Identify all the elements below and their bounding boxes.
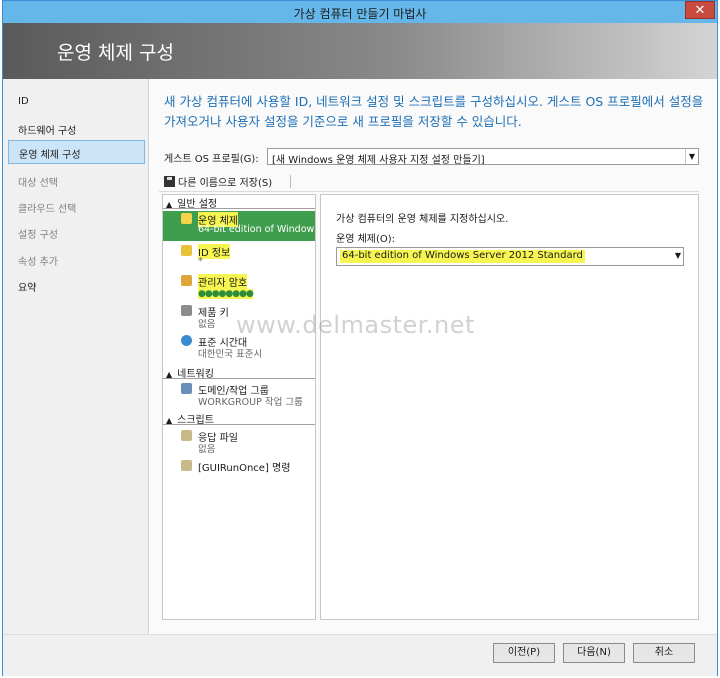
file-icon bbox=[181, 460, 192, 471]
chevron-down-icon[interactable]: ▼ bbox=[685, 149, 698, 164]
password-mask: ●●●●●●●● bbox=[198, 289, 254, 299]
profile-value: [새 Windows 운영 체제 사용자 지정 설정 만들기] bbox=[272, 155, 485, 166]
wizard-window: 가상 컴퓨터 만들기 마법사 ✕ 운영 체제 구성 ID 하드웨어 구성 운영 … bbox=[2, 0, 718, 676]
os-label: 운영 체제(O): bbox=[336, 234, 396, 245]
section-networking-label: 네트워킹 bbox=[177, 369, 214, 380]
tree-node-domain-workgroup[interactable]: 도메인/작업 그룹 WORKGROUP 작업 그룹 bbox=[163, 381, 315, 411]
os-value: 64-bit edition of Windows Server 2012 St… bbox=[340, 250, 585, 263]
window-title: 가상 컴퓨터 만들기 마법사 bbox=[293, 7, 427, 21]
settings-tree: ▲ 일반 설정 운영 체제 64-bit edition of Windows I… bbox=[162, 194, 316, 620]
title-bar[interactable]: 가상 컴퓨터 만들기 마법사 ✕ bbox=[3, 1, 717, 23]
os-icon bbox=[181, 213, 192, 224]
sidebar-item-os-config[interactable]: 운영 체제 구성 bbox=[8, 140, 145, 164]
section-general-label: 일반 설정 bbox=[177, 199, 218, 210]
toolbar-separator bbox=[290, 175, 291, 188]
watermark-text: www.delmaster.net bbox=[236, 311, 475, 339]
globe-icon bbox=[181, 335, 192, 346]
wizard-sidebar: ID 하드웨어 구성 운영 체제 구성 대상 선택 클라우드 선택 설정 구성 … bbox=[3, 79, 149, 634]
key-icon bbox=[181, 305, 192, 316]
sidebar-item-hardware[interactable]: 하드웨어 구성 bbox=[8, 117, 145, 141]
collapse-icon[interactable]: ▲ bbox=[166, 416, 172, 425]
previous-button[interactable]: 이전(P) bbox=[493, 643, 555, 663]
tree-node-guirunonce[interactable]: [GUIRunOnce] 명령 bbox=[163, 458, 315, 488]
profile-toolbar: 다른 이름으로 저장(S) bbox=[159, 172, 699, 192]
operating-system-select[interactable]: 64-bit edition of Windows Server 2012 St… bbox=[336, 247, 684, 266]
collapse-icon[interactable]: ▲ bbox=[166, 200, 172, 209]
save-as-label: 다른 이름으로 저장(S) bbox=[178, 178, 273, 189]
save-icon bbox=[164, 176, 175, 187]
section-general[interactable]: ▲ 일반 설정 bbox=[163, 195, 315, 210]
file-icon bbox=[181, 430, 192, 441]
page-title: 운영 체제 구성 bbox=[57, 42, 174, 64]
tree-node-id-info[interactable]: ID 정보 * bbox=[163, 243, 315, 273]
collapse-icon[interactable]: ▲ bbox=[166, 370, 172, 379]
next-button[interactable]: 다음(N) bbox=[563, 643, 625, 663]
tree-node-answer-file[interactable]: 응답 파일 없음 bbox=[163, 428, 315, 458]
page-header: 운영 체제 구성 bbox=[3, 23, 717, 79]
close-button[interactable]: ✕ bbox=[685, 1, 715, 19]
main-content: 새 가상 컴퓨터에 사용할 ID, 네트워크 설정 및 스크립트를 구성하십시오… bbox=[150, 79, 717, 634]
tree-node-admin-password[interactable]: 관리자 암호 ●●●●●●●● bbox=[163, 273, 315, 303]
save-as-button[interactable]: 다른 이름으로 저장(S) bbox=[164, 174, 272, 189]
cancel-button[interactable]: 취소 bbox=[633, 643, 695, 663]
tree-node-value: WORKGROUP 작업 그룹 bbox=[198, 397, 303, 408]
sidebar-item-properties: 속성 추가 bbox=[18, 257, 58, 268]
sidebar-item-id[interactable]: ID bbox=[8, 91, 145, 115]
section-scripts-label: 스크립트 bbox=[177, 415, 214, 426]
tree-node-value: 대한민국 표준시 bbox=[198, 349, 263, 360]
detail-panel: 가상 컴퓨터의 운영 체제를 지정하십시오. 운영 체제(O): 64-bit … bbox=[320, 194, 699, 620]
instructions-text: 새 가상 컴퓨터에 사용할 ID, 네트워크 설정 및 스크립트를 구성하십시오… bbox=[164, 94, 704, 129]
sidebar-item-summary[interactable]: 요약 bbox=[8, 274, 145, 298]
admin-icon bbox=[181, 275, 192, 286]
tree-node-value: 64-bit edition of Windows bbox=[198, 224, 314, 235]
tree-node-os[interactable]: 운영 체제 64-bit edition of Windows bbox=[163, 211, 315, 241]
tree-node-value: * bbox=[198, 256, 203, 267]
sidebar-item-cloud: 클라우드 선택 bbox=[18, 204, 77, 215]
network-icon bbox=[181, 383, 192, 394]
profile-label: 게스트 OS 프로필(G): bbox=[164, 154, 259, 165]
tag-icon bbox=[181, 245, 192, 256]
sidebar-item-destination: 대상 선택 bbox=[18, 178, 58, 189]
tree-node-label: [GUIRunOnce] 명령 bbox=[198, 463, 291, 474]
chevron-down-icon[interactable]: ▼ bbox=[675, 251, 681, 260]
tree-node-value: 없음 bbox=[198, 444, 216, 455]
wizard-footer: 이전(P) 다음(N) 취소 bbox=[3, 634, 717, 676]
guest-os-profile-select[interactable]: [새 Windows 운영 체제 사용자 지정 설정 만들기] ▼ bbox=[267, 148, 699, 166]
tree-node-label: 관리자 암호 bbox=[198, 274, 248, 289]
section-scripts[interactable]: ▲ 스크립트 bbox=[163, 411, 315, 426]
detail-description: 가상 컴퓨터의 운영 체제를 지정하십시오. bbox=[336, 214, 509, 225]
sidebar-item-settings: 설정 구성 bbox=[18, 230, 58, 241]
section-networking[interactable]: ▲ 네트워킹 bbox=[163, 365, 315, 380]
